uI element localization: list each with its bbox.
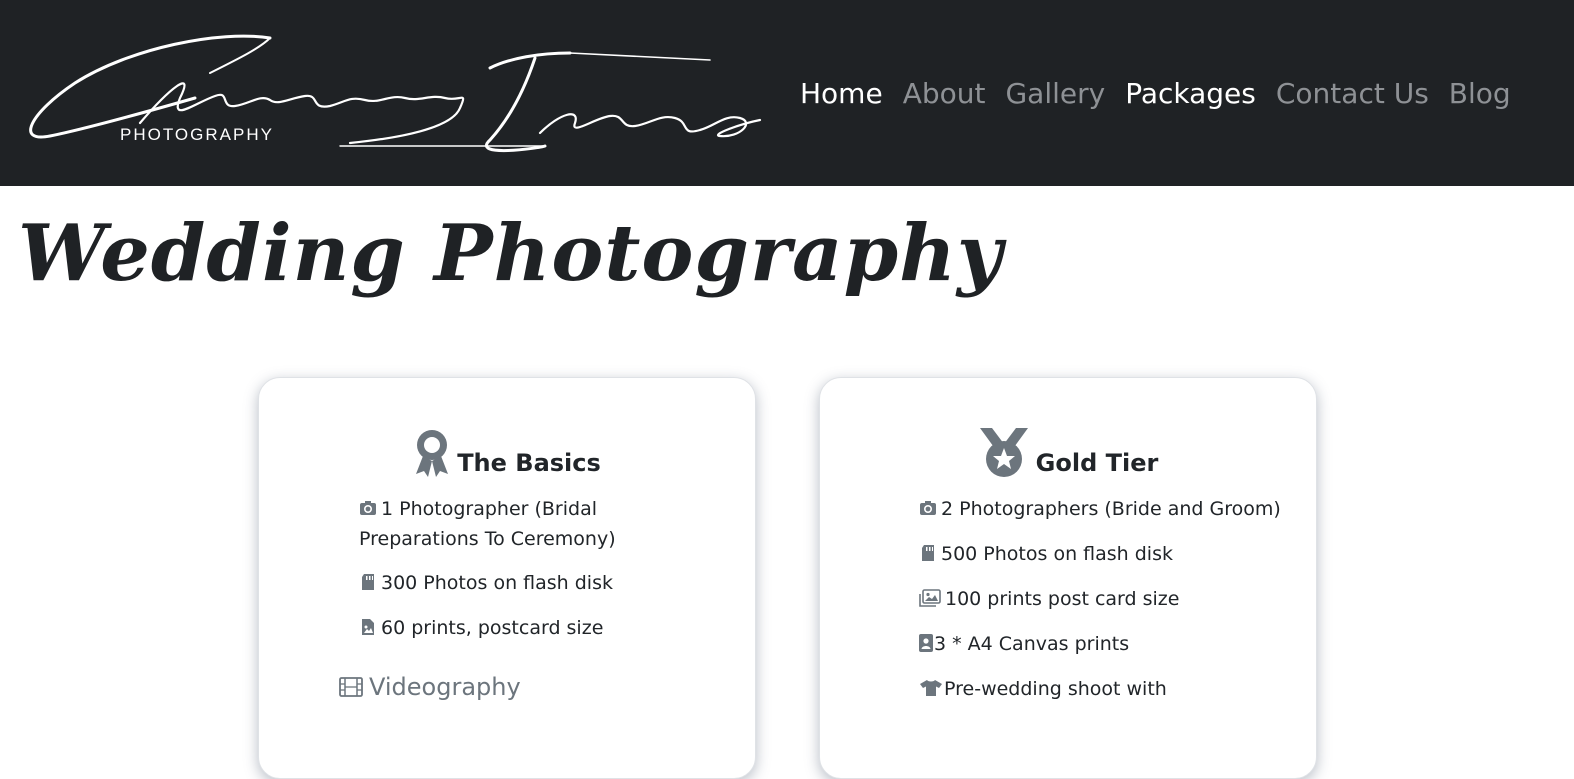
logo-signature-graphic: PHOTOGRAPHY xyxy=(29,34,762,153)
package-card-gold: Gold Tier 2 Photographers (Bride and Gro… xyxy=(819,377,1317,779)
feature-text: 1 Photographer (Bridal Preparations To C… xyxy=(359,498,616,550)
nav-link-gallery[interactable]: Gallery xyxy=(995,74,1115,114)
sd-card-icon xyxy=(919,541,937,561)
card-title: The Basics xyxy=(457,449,601,477)
feature-item: 3 * A4 Canvas prints xyxy=(919,629,1299,659)
nav-link-home[interactable]: Home xyxy=(800,74,893,114)
feature-item: 1 Photographer (Bridal Preparations To C… xyxy=(359,494,719,554)
images-icon xyxy=(919,586,941,607)
feature-text: Pre-wedding shoot with xyxy=(944,678,1167,700)
tshirt-icon xyxy=(919,676,943,696)
feature-item: 2 Photographers (Bride and Groom) xyxy=(919,494,1299,524)
feature-text: 100 prints post card size xyxy=(945,588,1180,610)
nav-link-packages[interactable]: Packages xyxy=(1115,74,1266,114)
nav-link-about[interactable]: About xyxy=(893,74,996,114)
brand-logo[interactable]: PHOTOGRAPHY xyxy=(20,28,765,153)
feature-text: 2 Photographers (Bride and Groom) xyxy=(941,498,1281,520)
feature-item: Pre-wedding shoot with xyxy=(919,674,1299,704)
feature-text: 500 Photos on flash disk xyxy=(941,543,1173,565)
navbar: PHOTOGRAPHY Home About Gallery Packages … xyxy=(0,0,1574,186)
subheading-text: Videography xyxy=(369,673,521,701)
film-icon xyxy=(339,675,363,697)
card-title: Gold Tier xyxy=(1035,449,1159,477)
camera-icon xyxy=(919,496,937,515)
card-header: Gold Tier xyxy=(820,428,1316,478)
medal-star-icon xyxy=(978,428,1030,478)
nav-link-contact[interactable]: Contact Us xyxy=(1266,74,1439,114)
package-card-basics: The Basics 1 Photographer (Bridal Prepar… xyxy=(258,377,756,779)
award-ribbon-icon xyxy=(413,428,451,478)
main-nav: Home About Gallery Packages Contact Us B… xyxy=(800,74,1521,114)
camera-icon xyxy=(359,496,377,515)
feature-item: 60 prints, postcard size xyxy=(359,613,719,643)
nav-link-blog[interactable]: Blog xyxy=(1439,74,1521,114)
feature-item: 300 Photos on flash disk xyxy=(359,568,719,598)
feature-item: 500 Photos on flash disk xyxy=(919,539,1299,569)
card-header: The Basics xyxy=(259,428,755,478)
sd-card-icon xyxy=(359,570,377,590)
feature-text: 3 * A4 Canvas prints xyxy=(934,633,1130,655)
feature-text: 60 prints, postcard size xyxy=(381,617,604,639)
feature-item: 100 prints post card size xyxy=(919,584,1299,614)
file-image-icon xyxy=(359,615,377,635)
feature-text: 300 Photos on flash disk xyxy=(381,572,613,594)
page-title: Wedding Photography xyxy=(18,208,1004,299)
portrait-icon xyxy=(919,631,933,652)
videography-heading: Videography xyxy=(339,672,521,702)
logo-subtext: PHOTOGRAPHY xyxy=(120,125,274,144)
